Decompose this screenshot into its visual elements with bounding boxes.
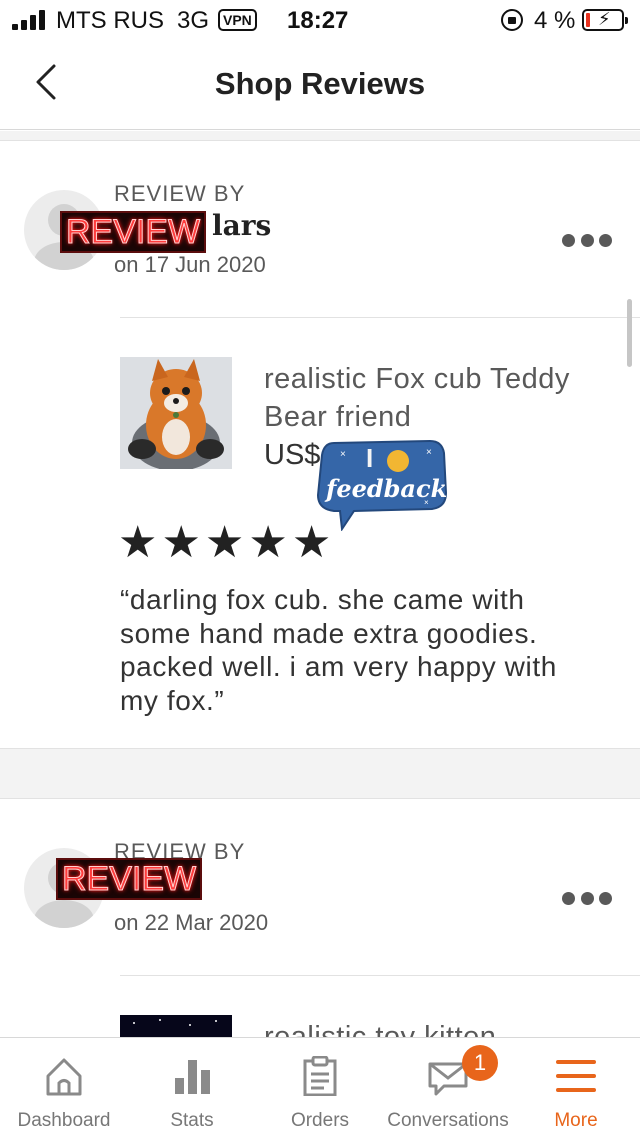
- divider: [120, 975, 640, 976]
- review-text: “darling fox cub. she came with some han…: [120, 584, 557, 716]
- clipboard-icon: [303, 1056, 337, 1096]
- review-by-label: REVIEW BY: [114, 181, 246, 206]
- section-gap: [0, 749, 640, 799]
- kitten-image: [120, 1015, 232, 1037]
- page-title: Shop Reviews: [214, 66, 426, 101]
- battery-percent: 4 %: [534, 7, 576, 34]
- review-sticker: REVIEW: [60, 211, 207, 253]
- star-icon: ★: [161, 518, 201, 567]
- product-image[interactable]: [120, 1015, 232, 1037]
- tab-label: Stats: [170, 1110, 214, 1131]
- tab-dashboard[interactable]: Dashboard: [0, 1038, 128, 1136]
- product-title[interactable]: realistic Fox cub Teddy Bear friend: [264, 360, 604, 436]
- star-icon: ★: [204, 518, 245, 567]
- tab-label: More: [554, 1110, 598, 1131]
- bar-chart-icon: [175, 1060, 210, 1094]
- network-type: 3G: [177, 7, 210, 34]
- feedback-sticker: I feedback × × ×: [316, 439, 447, 531]
- reviews-list[interactable]: REVIEW BY lars REVIEW on 17 Jun 2020 rea…: [0, 131, 640, 1037]
- feedback-sticker-top: I: [366, 443, 373, 473]
- product-title[interactable]: realistic toy kitten: [264, 1018, 604, 1037]
- tab-label: Dashboard: [17, 1110, 111, 1131]
- vpn-badge: VPN: [218, 9, 257, 31]
- rotation-lock-icon: [501, 9, 523, 31]
- review-card: REVIEW BY lars REVIEW on 17 Jun 2020 rea…: [0, 141, 640, 749]
- svg-text:×: ×: [424, 498, 429, 507]
- tab-label: Orders: [290, 1110, 350, 1131]
- battery-icon: ⚡: [582, 9, 628, 31]
- more-options-button[interactable]: [562, 888, 612, 908]
- svg-text:×: ×: [340, 449, 346, 460]
- nav-header: Shop Reviews: [0, 40, 640, 130]
- star-icon: ★: [248, 518, 288, 567]
- feedback-sticker-text: feedback: [324, 474, 447, 503]
- notification-badge: 1: [462, 1045, 498, 1081]
- reviewer-name[interactable]: lars: [212, 209, 271, 242]
- review-sticker: REVIEW: [56, 858, 203, 900]
- star-rating: ★ ★ ★ ★ ★: [118, 521, 331, 565]
- scrollbar[interactable]: [627, 299, 632, 367]
- status-bar: MTS RUS 3G VPN 18:27 4 % ⚡: [0, 0, 640, 40]
- tab-bar: Dashboard Stats Orders Conversations Mor…: [0, 1037, 640, 1136]
- review-date: on 17 Jun 2020: [114, 252, 266, 277]
- clock: 18:27: [287, 7, 349, 34]
- section-gap: [0, 131, 640, 141]
- tab-orders[interactable]: Orders: [256, 1038, 384, 1136]
- home-icon: [46, 1058, 82, 1096]
- product-price: US$: [264, 439, 321, 471]
- review-date: on 22 Mar 2020: [114, 910, 269, 935]
- svg-text:×: ×: [426, 447, 432, 458]
- divider: [120, 317, 640, 318]
- tab-stats[interactable]: Stats: [128, 1038, 256, 1136]
- menu-icon: [556, 1060, 596, 1092]
- star-icon: ★: [118, 518, 158, 567]
- product-image[interactable]: [120, 357, 232, 469]
- star-icon: ★: [291, 518, 332, 567]
- fox-cub-image: [120, 357, 232, 469]
- signal-icon: [12, 10, 48, 30]
- more-options-button[interactable]: [562, 230, 612, 250]
- tab-label: Conversations: [387, 1110, 509, 1131]
- review-card: REVIEW BY REVIEW on 22 Mar 2020 realisti…: [0, 799, 640, 1037]
- tab-more[interactable]: More: [512, 1038, 640, 1136]
- carrier-name: MTS RUS: [56, 7, 164, 34]
